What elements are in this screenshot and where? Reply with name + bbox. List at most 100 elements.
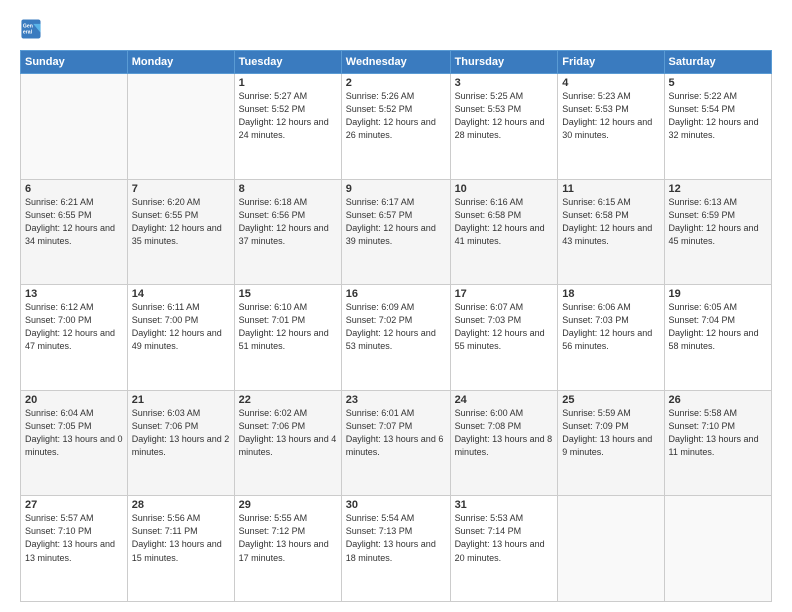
day-number: 29	[239, 499, 337, 511]
calendar-table: SundayMondayTuesdayWednesdayThursdayFrid…	[20, 50, 772, 602]
day-info: Sunrise: 5:25 AM Sunset: 5:53 PM Dayligh…	[455, 90, 554, 142]
logo: Gen eral	[20, 18, 46, 40]
day-info: Sunrise: 5:22 AM Sunset: 5:54 PM Dayligh…	[669, 90, 767, 142]
day-cell: 29Sunrise: 5:55 AM Sunset: 7:12 PM Dayli…	[234, 496, 341, 602]
day-cell: 25Sunrise: 5:59 AM Sunset: 7:09 PM Dayli…	[558, 390, 664, 496]
week-row-2: 6Sunrise: 6:21 AM Sunset: 6:55 PM Daylig…	[21, 179, 772, 285]
day-number: 25	[562, 394, 659, 406]
day-cell: 9Sunrise: 6:17 AM Sunset: 6:57 PM Daylig…	[341, 179, 450, 285]
day-cell: 19Sunrise: 6:05 AM Sunset: 7:04 PM Dayli…	[664, 285, 771, 391]
svg-text:Gen: Gen	[23, 24, 33, 30]
day-info: Sunrise: 6:21 AM Sunset: 6:55 PM Dayligh…	[25, 196, 123, 248]
day-number: 8	[239, 183, 337, 195]
week-row-3: 13Sunrise: 6:12 AM Sunset: 7:00 PM Dayli…	[21, 285, 772, 391]
day-info: Sunrise: 6:16 AM Sunset: 6:58 PM Dayligh…	[455, 196, 554, 248]
day-cell: 7Sunrise: 6:20 AM Sunset: 6:55 PM Daylig…	[127, 179, 234, 285]
day-cell: 12Sunrise: 6:13 AM Sunset: 6:59 PM Dayli…	[664, 179, 771, 285]
calendar-header: SundayMondayTuesdayWednesdayThursdayFrid…	[21, 51, 772, 74]
day-number: 14	[132, 288, 230, 300]
day-info: Sunrise: 6:02 AM Sunset: 7:06 PM Dayligh…	[239, 407, 337, 459]
day-info: Sunrise: 6:17 AM Sunset: 6:57 PM Dayligh…	[346, 196, 446, 248]
header-day-wednesday: Wednesday	[341, 51, 450, 74]
day-number: 19	[669, 288, 767, 300]
day-cell: 14Sunrise: 6:11 AM Sunset: 7:00 PM Dayli…	[127, 285, 234, 391]
day-info: Sunrise: 6:11 AM Sunset: 7:00 PM Dayligh…	[132, 301, 230, 353]
day-cell: 4Sunrise: 5:23 AM Sunset: 5:53 PM Daylig…	[558, 74, 664, 180]
day-number: 11	[562, 183, 659, 195]
day-number: 4	[562, 77, 659, 89]
day-info: Sunrise: 6:12 AM Sunset: 7:00 PM Dayligh…	[25, 301, 123, 353]
day-info: Sunrise: 5:54 AM Sunset: 7:13 PM Dayligh…	[346, 512, 446, 564]
day-cell	[21, 74, 128, 180]
day-number: 24	[455, 394, 554, 406]
day-number: 16	[346, 288, 446, 300]
day-info: Sunrise: 5:26 AM Sunset: 5:52 PM Dayligh…	[346, 90, 446, 142]
day-number: 3	[455, 77, 554, 89]
day-cell: 10Sunrise: 6:16 AM Sunset: 6:58 PM Dayli…	[450, 179, 558, 285]
day-number: 21	[132, 394, 230, 406]
day-info: Sunrise: 6:00 AM Sunset: 7:08 PM Dayligh…	[455, 407, 554, 459]
day-number: 7	[132, 183, 230, 195]
day-info: Sunrise: 6:20 AM Sunset: 6:55 PM Dayligh…	[132, 196, 230, 248]
day-cell: 3Sunrise: 5:25 AM Sunset: 5:53 PM Daylig…	[450, 74, 558, 180]
day-info: Sunrise: 6:07 AM Sunset: 7:03 PM Dayligh…	[455, 301, 554, 353]
day-cell: 31Sunrise: 5:53 AM Sunset: 7:14 PM Dayli…	[450, 496, 558, 602]
day-info: Sunrise: 6:06 AM Sunset: 7:03 PM Dayligh…	[562, 301, 659, 353]
day-cell: 28Sunrise: 5:56 AM Sunset: 7:11 PM Dayli…	[127, 496, 234, 602]
header-day-friday: Friday	[558, 51, 664, 74]
day-cell: 26Sunrise: 5:58 AM Sunset: 7:10 PM Dayli…	[664, 390, 771, 496]
day-number: 31	[455, 499, 554, 511]
day-number: 13	[25, 288, 123, 300]
day-number: 6	[25, 183, 123, 195]
week-row-5: 27Sunrise: 5:57 AM Sunset: 7:10 PM Dayli…	[21, 496, 772, 602]
week-row-4: 20Sunrise: 6:04 AM Sunset: 7:05 PM Dayli…	[21, 390, 772, 496]
day-cell: 24Sunrise: 6:00 AM Sunset: 7:08 PM Dayli…	[450, 390, 558, 496]
day-number: 10	[455, 183, 554, 195]
header-row: SundayMondayTuesdayWednesdayThursdayFrid…	[21, 51, 772, 74]
day-cell	[127, 74, 234, 180]
header: Gen eral	[20, 18, 772, 40]
day-info: Sunrise: 5:57 AM Sunset: 7:10 PM Dayligh…	[25, 512, 123, 564]
day-cell: 6Sunrise: 6:21 AM Sunset: 6:55 PM Daylig…	[21, 179, 128, 285]
day-cell: 15Sunrise: 6:10 AM Sunset: 7:01 PM Dayli…	[234, 285, 341, 391]
day-cell: 21Sunrise: 6:03 AM Sunset: 7:06 PM Dayli…	[127, 390, 234, 496]
day-cell: 2Sunrise: 5:26 AM Sunset: 5:52 PM Daylig…	[341, 74, 450, 180]
day-number: 20	[25, 394, 123, 406]
day-info: Sunrise: 6:03 AM Sunset: 7:06 PM Dayligh…	[132, 407, 230, 459]
day-cell: 8Sunrise: 6:18 AM Sunset: 6:56 PM Daylig…	[234, 179, 341, 285]
day-number: 27	[25, 499, 123, 511]
day-cell: 17Sunrise: 6:07 AM Sunset: 7:03 PM Dayli…	[450, 285, 558, 391]
day-cell: 16Sunrise: 6:09 AM Sunset: 7:02 PM Dayli…	[341, 285, 450, 391]
day-cell	[558, 496, 664, 602]
day-number: 15	[239, 288, 337, 300]
day-number: 30	[346, 499, 446, 511]
header-day-sunday: Sunday	[21, 51, 128, 74]
day-number: 1	[239, 77, 337, 89]
day-cell: 23Sunrise: 6:01 AM Sunset: 7:07 PM Dayli…	[341, 390, 450, 496]
day-number: 22	[239, 394, 337, 406]
week-row-1: 1Sunrise: 5:27 AM Sunset: 5:52 PM Daylig…	[21, 74, 772, 180]
day-info: Sunrise: 5:56 AM Sunset: 7:11 PM Dayligh…	[132, 512, 230, 564]
logo-icon: Gen eral	[20, 18, 42, 40]
day-cell: 18Sunrise: 6:06 AM Sunset: 7:03 PM Dayli…	[558, 285, 664, 391]
header-day-monday: Monday	[127, 51, 234, 74]
page: Gen eral SundayMondayTuesdayWednesdayThu…	[0, 0, 792, 612]
day-number: 9	[346, 183, 446, 195]
day-cell: 5Sunrise: 5:22 AM Sunset: 5:54 PM Daylig…	[664, 74, 771, 180]
day-number: 17	[455, 288, 554, 300]
svg-text:eral: eral	[23, 29, 33, 35]
header-day-saturday: Saturday	[664, 51, 771, 74]
day-number: 18	[562, 288, 659, 300]
day-info: Sunrise: 6:15 AM Sunset: 6:58 PM Dayligh…	[562, 196, 659, 248]
day-cell: 11Sunrise: 6:15 AM Sunset: 6:58 PM Dayli…	[558, 179, 664, 285]
day-info: Sunrise: 6:09 AM Sunset: 7:02 PM Dayligh…	[346, 301, 446, 353]
day-info: Sunrise: 5:55 AM Sunset: 7:12 PM Dayligh…	[239, 512, 337, 564]
day-cell: 30Sunrise: 5:54 AM Sunset: 7:13 PM Dayli…	[341, 496, 450, 602]
day-number: 26	[669, 394, 767, 406]
day-info: Sunrise: 5:53 AM Sunset: 7:14 PM Dayligh…	[455, 512, 554, 564]
day-info: Sunrise: 6:18 AM Sunset: 6:56 PM Dayligh…	[239, 196, 337, 248]
day-cell: 22Sunrise: 6:02 AM Sunset: 7:06 PM Dayli…	[234, 390, 341, 496]
day-number: 28	[132, 499, 230, 511]
day-number: 5	[669, 77, 767, 89]
day-cell: 27Sunrise: 5:57 AM Sunset: 7:10 PM Dayli…	[21, 496, 128, 602]
